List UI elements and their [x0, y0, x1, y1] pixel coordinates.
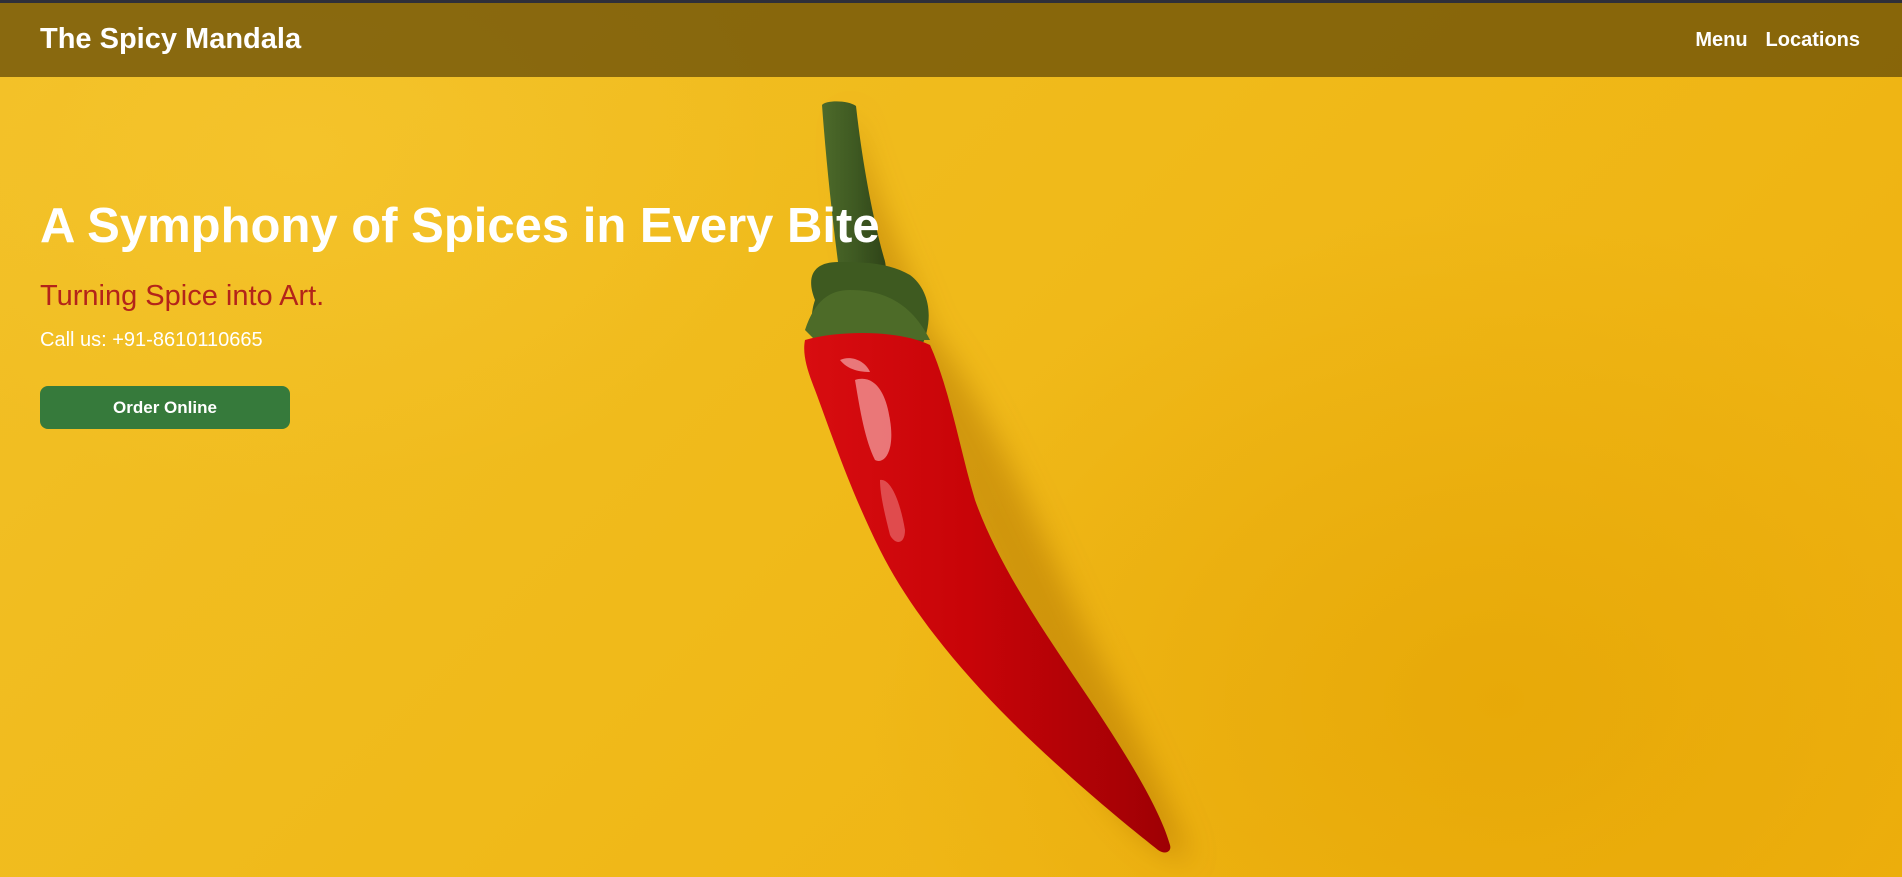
- main-nav: Menu Locations: [1695, 29, 1860, 52]
- hero-headline: A Symphony of Spices in Every Bite: [40, 199, 880, 253]
- order-online-button[interactable]: Order Online: [40, 386, 290, 429]
- hero-section: [0, 0, 1902, 877]
- nav-link-locations[interactable]: Locations: [1766, 29, 1860, 52]
- nav-link-menu[interactable]: Menu: [1695, 29, 1747, 52]
- chili-pepper-image: [804, 101, 1190, 860]
- phone-number: Call us: +91-8610110665: [40, 329, 263, 351]
- hero-tagline: Turning Spice into Art.: [40, 280, 325, 312]
- brand-logo-text[interactable]: The Spicy Mandala: [40, 23, 301, 56]
- top-navigation-bar: The Spicy Mandala Menu Locations: [0, 0, 1902, 77]
